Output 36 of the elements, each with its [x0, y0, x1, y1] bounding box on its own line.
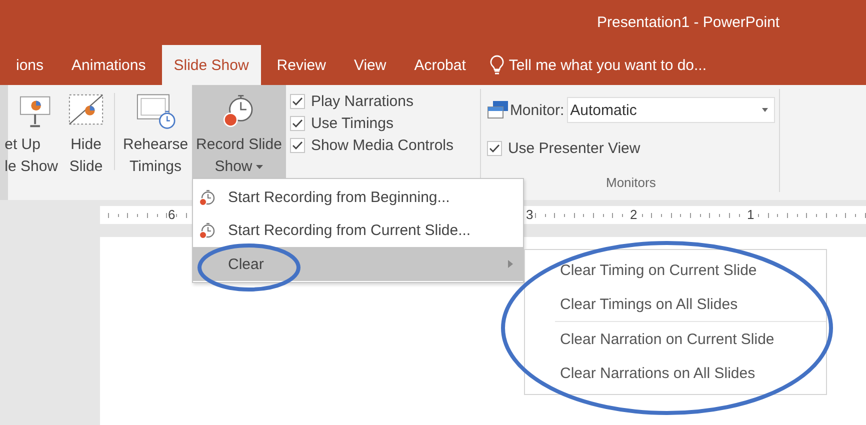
checkbox-option[interactable]: Show Media Controls [290, 137, 476, 154]
menu-item[interactable]: Start Recording from Current Slide... [193, 214, 523, 247]
menu-item[interactable]: Clear Narration on Current Slide [525, 322, 826, 356]
menu-item[interactable]: Clear Timings on All Slides [525, 287, 826, 321]
checkbox-option[interactable]: Play Narrations [290, 93, 476, 110]
ribbon-button[interactable]: Rehearse Timings [119, 85, 192, 178]
menu-item[interactable]: Start Recording from Beginning... [193, 181, 523, 214]
checkbox[interactable] [290, 138, 305, 153]
ribbon-tab[interactable]: View [342, 45, 398, 85]
tell-me-search-field[interactable]: Tell me what you want to do... [508, 56, 711, 74]
menu-item[interactable]: Clear Timing on Current Slide [525, 253, 826, 287]
menu-item[interactable]: Clear [193, 247, 523, 281]
group-label: Monitors [606, 175, 656, 190]
monitor-label: Monitor: [510, 102, 564, 118]
ribbon-button[interactable]: et Up le Show [0, 85, 62, 178]
ribbon-tab[interactable]: Slide Show [162, 45, 261, 85]
checkbox-option[interactable]: Use Presenter View [486, 140, 775, 157]
stopwatch-record-icon [198, 188, 216, 206]
caret-icon [762, 108, 768, 112]
submenu-arrow-icon [508, 260, 513, 268]
ribbon-button[interactable]: Record Slide Show [192, 85, 286, 178]
stopwatch-record-icon [198, 222, 216, 240]
ribbon-tab[interactable]: ions [4, 45, 56, 85]
ribbon-tab[interactable]: Acrobat [402, 45, 478, 85]
checkbox[interactable] [290, 94, 305, 109]
checkbox[interactable] [486, 141, 502, 156]
menu-item[interactable]: Clear Narrations on All Slides [525, 356, 826, 390]
window-title: Presentation1 - PowerPoint [597, 14, 780, 31]
ribbon-tab[interactable]: Review [264, 45, 338, 85]
ribbon-button[interactable]: Hide Slide [62, 85, 110, 178]
checkbox[interactable] [290, 116, 305, 131]
monitors-icon [486, 100, 509, 120]
monitor-dropdown[interactable]: Automatic [567, 97, 775, 123]
checkbox-option[interactable]: Use Timings [290, 115, 476, 132]
lightbulb-icon [490, 55, 504, 75]
ribbon-tab[interactable]: Animations [60, 45, 158, 85]
